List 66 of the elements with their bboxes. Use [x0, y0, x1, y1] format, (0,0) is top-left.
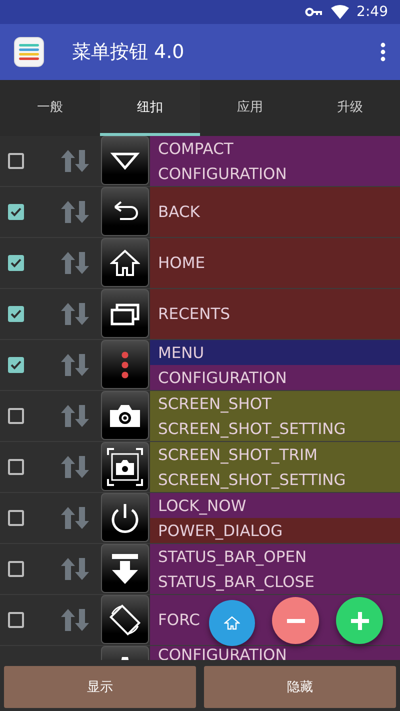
reorder-icon[interactable] — [61, 507, 89, 529]
checkbox[interactable] — [8, 510, 24, 526]
clock-time: 2:49 — [356, 4, 388, 20]
rotate-icon — [107, 602, 143, 638]
wifi-icon — [330, 5, 349, 19]
checkbox[interactable] — [8, 357, 24, 373]
action-button[interactable] — [101, 187, 149, 236]
action-button[interactable]: 显示 — [4, 666, 196, 708]
caret-down-icon — [110, 150, 140, 170]
action-button[interactable] — [101, 595, 149, 644]
pull-down-icon — [111, 552, 139, 584]
app-logo-icon — [14, 37, 44, 67]
action-label: RECENTS — [150, 289, 400, 339]
checkbox[interactable] — [8, 459, 24, 475]
action-label: COMPACT — [150, 136, 400, 161]
action-label: STATUS_BAR_CLOSE — [150, 569, 400, 594]
action-label: CONFIGURATION — [150, 365, 400, 390]
home-icon — [224, 616, 240, 630]
action-label: POWER_DIALOG — [150, 518, 400, 543]
reorder-icon[interactable] — [61, 609, 89, 631]
action-button[interactable] — [101, 391, 149, 440]
checkbox[interactable] — [8, 306, 24, 322]
action-label: SCREEN_SHOT_SETTING — [150, 467, 400, 492]
checkbox[interactable] — [8, 612, 24, 628]
action-label: CONFIGURATION — [150, 161, 400, 186]
checkbox[interactable] — [8, 204, 24, 220]
action-label: CONFIGURATION — [150, 646, 400, 660]
checkbox[interactable] — [8, 561, 24, 577]
action-label: HOME — [150, 238, 400, 288]
action-button[interactable] — [101, 493, 149, 542]
checkbox[interactable] — [8, 153, 24, 169]
action-label: SCREEN_SHOT_SETTING — [150, 416, 400, 441]
tab[interactable]: 纽扣 — [100, 80, 200, 136]
power-icon — [110, 502, 140, 534]
plus-icon — [350, 612, 368, 630]
checkbox[interactable] — [8, 255, 24, 271]
home-icon — [110, 248, 140, 276]
reorder-icon[interactable] — [61, 354, 89, 376]
reorder-icon[interactable] — [61, 456, 89, 478]
minus-icon — [286, 618, 304, 622]
action-label: STATUS_BAR_OPEN — [150, 544, 400, 569]
action-label: BACK — [150, 187, 400, 237]
action-button[interactable] — [101, 238, 149, 287]
dots-icon — [121, 350, 129, 380]
reorder-icon[interactable] — [61, 303, 89, 325]
action-label: LOCK_NOW — [150, 493, 400, 518]
reorder-icon[interactable] — [61, 405, 89, 427]
action-button[interactable] — [101, 442, 149, 491]
screenshot-icon — [106, 446, 144, 486]
action-label: SCREEN_SHOT_TRIM — [150, 442, 400, 467]
reorder-icon[interactable] — [61, 558, 89, 580]
action-button[interactable] — [101, 289, 149, 338]
reorder-icon[interactable] — [61, 150, 89, 172]
action-button[interactable]: 隐藏 — [204, 666, 396, 708]
action-label: MENU — [150, 340, 400, 365]
app-title: 菜单按钮 4.0 — [72, 40, 186, 65]
action-label: SCREEN_SHOT — [150, 391, 400, 416]
reorder-icon[interactable] — [61, 201, 89, 223]
reorder-icon[interactable] — [61, 252, 89, 274]
recents-icon — [110, 302, 140, 326]
action-button[interactable] — [101, 544, 149, 593]
more-options-icon[interactable] — [380, 42, 386, 62]
key-icon — [304, 7, 323, 17]
action-button[interactable] — [101, 136, 149, 185]
camera-icon — [108, 402, 142, 428]
checkbox[interactable] — [8, 408, 24, 424]
